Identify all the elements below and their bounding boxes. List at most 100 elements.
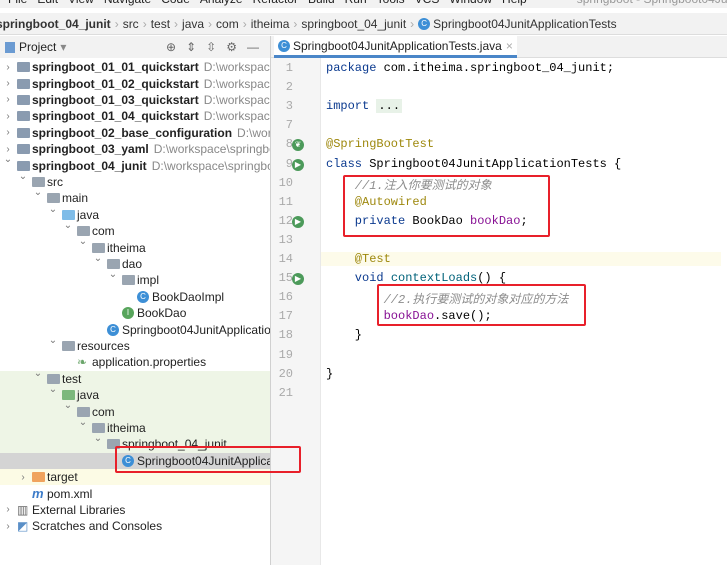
menu-item-build[interactable]: Build <box>308 0 335 8</box>
menu-item-vcs[interactable]: VCS <box>415 0 440 8</box>
folded-imports[interactable]: ... <box>376 99 403 114</box>
package-icon <box>122 275 135 286</box>
breadcrumb-item[interactable]: Springboot04JunitApplicationTests <box>433 17 616 31</box>
line-number: 9 <box>285 156 293 171</box>
menu-item-help[interactable]: Help <box>502 0 527 8</box>
tree-item-name: springboot_01_02_quickstart <box>32 76 199 91</box>
chevron-down-icon[interactable]: ⌄ <box>33 187 43 198</box>
chevron-down-icon[interactable]: ⌄ <box>108 269 118 280</box>
tree-item-pom-xml[interactable]: m pom.xml <box>0 485 271 501</box>
chevron-down-icon[interactable]: ⌄ <box>18 171 28 182</box>
chevron-down-icon[interactable]: ⌄ <box>48 384 58 395</box>
tree-item-impl[interactable]: ⌄ impl <box>0 269 271 288</box>
tree-item-name: BookDao <box>137 306 187 321</box>
tree-item-bookdao[interactable]: I BookDao <box>0 305 271 321</box>
tree-item-springboot-03-yaml[interactable]: › springboot_03_yaml D:\workspace\springbo… <box>0 141 271 157</box>
menu-item-tools[interactable]: Tools <box>377 0 405 8</box>
tree-item-name: External Libraries <box>32 502 126 517</box>
code-token: } <box>326 366 334 381</box>
chevron-right-icon[interactable]: › <box>3 127 13 138</box>
tree-item-itheima[interactable]: ⌄ itheima <box>0 236 271 255</box>
breadcrumb-item[interactable]: com <box>216 17 239 31</box>
chevron-right-icon[interactable]: › <box>3 521 13 532</box>
tree-item-com[interactable]: ⌄ com <box>0 400 271 420</box>
run-test-icon[interactable]: ▶ <box>292 273 304 286</box>
package-icon <box>92 242 105 253</box>
tree-item-springboot-01-02-quickstart[interactable]: › springboot_01_02_quickstart D:\workspace… <box>0 75 271 91</box>
chevron-down-icon[interactable]: ⌄ <box>93 433 103 444</box>
chevron-right-icon[interactable]: › <box>3 504 13 515</box>
chevron-down-icon[interactable]: ⌄ <box>33 368 43 379</box>
chevron-down-icon[interactable]: ⌄ <box>93 253 103 264</box>
chevron-down-icon[interactable]: ⌄ <box>48 335 58 346</box>
chevron-down-icon[interactable]: ⌄ <box>78 236 88 247</box>
tree-item-springboot-04-junit[interactable]: ⌄ springboot_04_junit D:\workspace\springb… <box>0 154 271 173</box>
tree-item-resources[interactable]: ⌄ resources <box>0 335 271 354</box>
menu-item-run[interactable]: Run <box>345 0 367 8</box>
expand-all-icon[interactable]: ⇕ <box>186 40 196 54</box>
chevron-right-icon[interactable]: › <box>3 78 13 89</box>
tree-item-label: pom.xml <box>47 487 92 501</box>
menu-item-analyze[interactable]: Analyze <box>200 0 243 8</box>
breadcrumb-item[interactable]: src <box>123 17 139 31</box>
tree-item-springboot-01-04-quickstart[interactable]: › springboot_01_04_quickstart D:\workspace… <box>0 108 271 124</box>
menu-item-window[interactable]: Window <box>449 0 492 8</box>
collapse-all-icon[interactable]: ⇳ <box>206 40 216 54</box>
gear-icon[interactable]: ⚙ <box>226 40 237 54</box>
chevron-right-icon[interactable]: › <box>3 94 13 105</box>
menu-item-edit[interactable]: Edit <box>37 0 58 8</box>
tree-item-name: main <box>62 191 89 206</box>
menu-item-view[interactable]: View <box>68 0 94 8</box>
breadcrumb-item[interactable]: springboot_04_junit <box>0 17 111 31</box>
breadcrumb-item[interactable]: springboot_04_junit <box>301 17 406 31</box>
project-view-selector[interactable]: Project <box>19 40 56 54</box>
menu-item-file[interactable]: File <box>8 0 27 8</box>
code-token: package <box>326 61 384 75</box>
tree-item-springboot04junitapplication[interactable]: C Springboot04JunitApplication <box>0 321 271 337</box>
close-icon[interactable]: × <box>506 39 513 53</box>
tree-item-springboot-02-base-configuration[interactable]: › springboot_02_base_configuration D:\work… <box>0 125 271 141</box>
chevron-down-icon[interactable]: ⌄ <box>63 220 73 231</box>
tree-item-label: main <box>62 191 88 205</box>
chevron-right-icon[interactable]: › <box>18 472 28 483</box>
chevron-right-icon[interactable]: › <box>3 62 13 73</box>
chevron-right-icon[interactable]: › <box>3 111 13 122</box>
tree-item-main[interactable]: ⌄ main <box>0 187 271 206</box>
breadcrumb-item[interactable]: test <box>151 17 170 31</box>
tree-item-scratches-and-consoles[interactable]: › ◩ Scratches and Consoles <box>0 518 271 534</box>
run-test-icon[interactable]: ▶ <box>292 158 304 171</box>
tree-item-springboot-01-03-quickstart[interactable]: › springboot_01_03_quickstart D:\workspace… <box>0 92 271 108</box>
tree-item-springboot-01-01-quickstart[interactable]: › springboot_01_01_quickstart D:\workspace… <box>0 59 271 75</box>
tree-item-external-libraries[interactable]: › ▥ External Libraries <box>0 502 271 518</box>
chevron-right-icon[interactable]: › <box>3 144 13 155</box>
tree-item-test[interactable]: ⌄ test <box>0 368 271 387</box>
chevron-down-icon[interactable]: ⌄ <box>48 204 58 215</box>
hide-icon[interactable]: — <box>247 40 259 54</box>
line-number: 12 <box>278 213 293 228</box>
tree-item-label: springboot_01_01_quickstart D:\workspace\… <box>32 60 271 74</box>
tree-item-dao[interactable]: ⌄ dao <box>0 253 271 272</box>
tree-item-java[interactable]: ⌄ java <box>0 384 271 404</box>
tab-springboot04-junit-application-tests[interactable]: C Springboot04JunitApplicationTests.java… <box>274 36 517 58</box>
test-folder-icon <box>62 390 75 401</box>
tree-item-name: Scratches and Consoles <box>32 519 163 534</box>
tree-item-bookdaoimpl[interactable]: C BookDaoImpl <box>0 289 271 305</box>
autowired-icon[interactable]: ▶ <box>292 215 304 228</box>
chevron-down-icon[interactable]: ⌄ <box>3 154 13 165</box>
menu-item-refactor[interactable]: Refactor <box>253 0 298 8</box>
tree-item-label: itheima <box>107 241 146 255</box>
breadcrumb-item[interactable]: itheima <box>251 17 290 31</box>
tree-item-label: java <box>77 388 99 402</box>
tree-item-itheima[interactable]: ⌄ itheima <box>0 417 271 437</box>
code-line: package com.itheima.springboot_04_junit; <box>326 61 614 75</box>
chevron-down-icon[interactable]: ⌄ <box>78 417 88 428</box>
tree-item-com[interactable]: ⌄ com <box>0 220 271 239</box>
tree-item-java[interactable]: ⌄ java <box>0 204 271 223</box>
chevron-down-icon[interactable]: ▾ <box>60 40 66 54</box>
chevron-down-icon[interactable]: ⌄ <box>63 400 73 411</box>
locate-icon[interactable]: ⊕ <box>166 40 176 54</box>
menu-item-navigate[interactable]: Navigate <box>104 0 151 8</box>
menu-item-code[interactable]: Code <box>161 0 190 8</box>
interface-icon: I <box>122 307 134 320</box>
breadcrumb-item[interactable]: java <box>182 17 204 31</box>
